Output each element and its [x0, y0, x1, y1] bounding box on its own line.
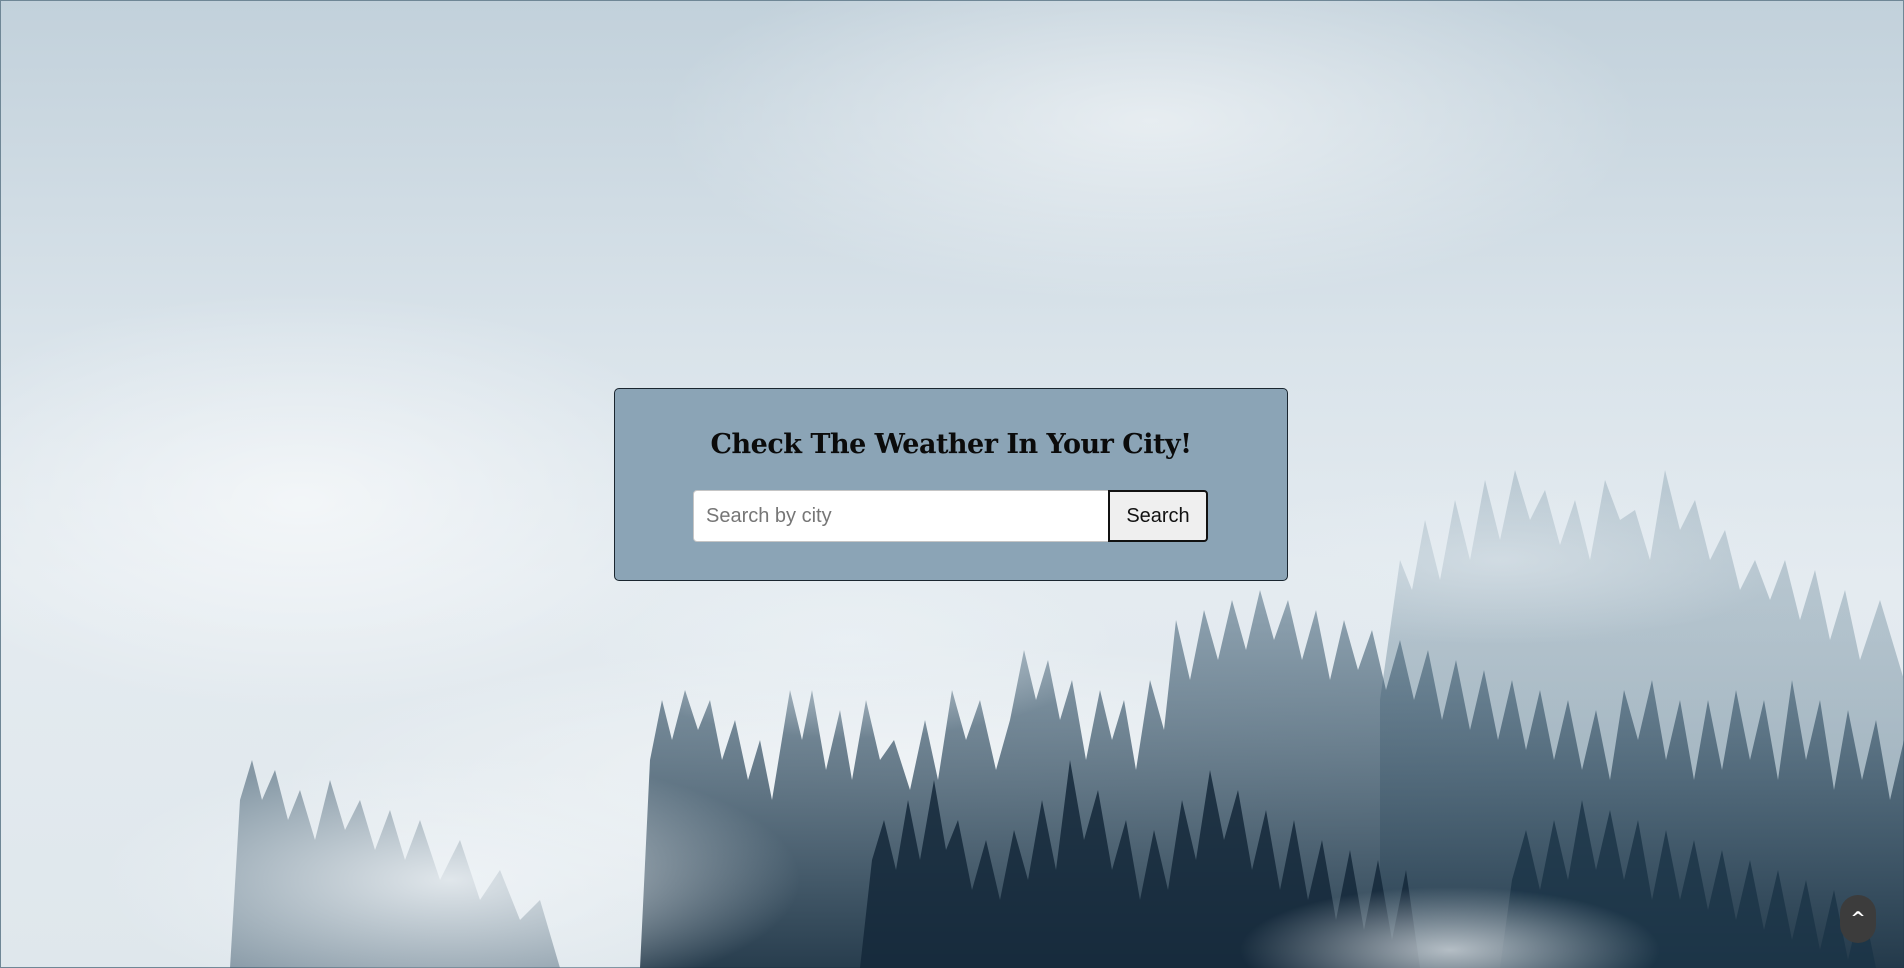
- search-card: Check The Weather In Your City! Search: [614, 388, 1288, 581]
- search-button[interactable]: Search: [1108, 490, 1208, 542]
- page-title: Check The Weather In Your City!: [710, 429, 1192, 460]
- caret-up-icon: ^: [1850, 908, 1866, 929]
- city-search-input[interactable]: [693, 490, 1109, 542]
- search-form: Search: [693, 490, 1208, 542]
- scroll-to-top-button[interactable]: ^: [1840, 895, 1876, 943]
